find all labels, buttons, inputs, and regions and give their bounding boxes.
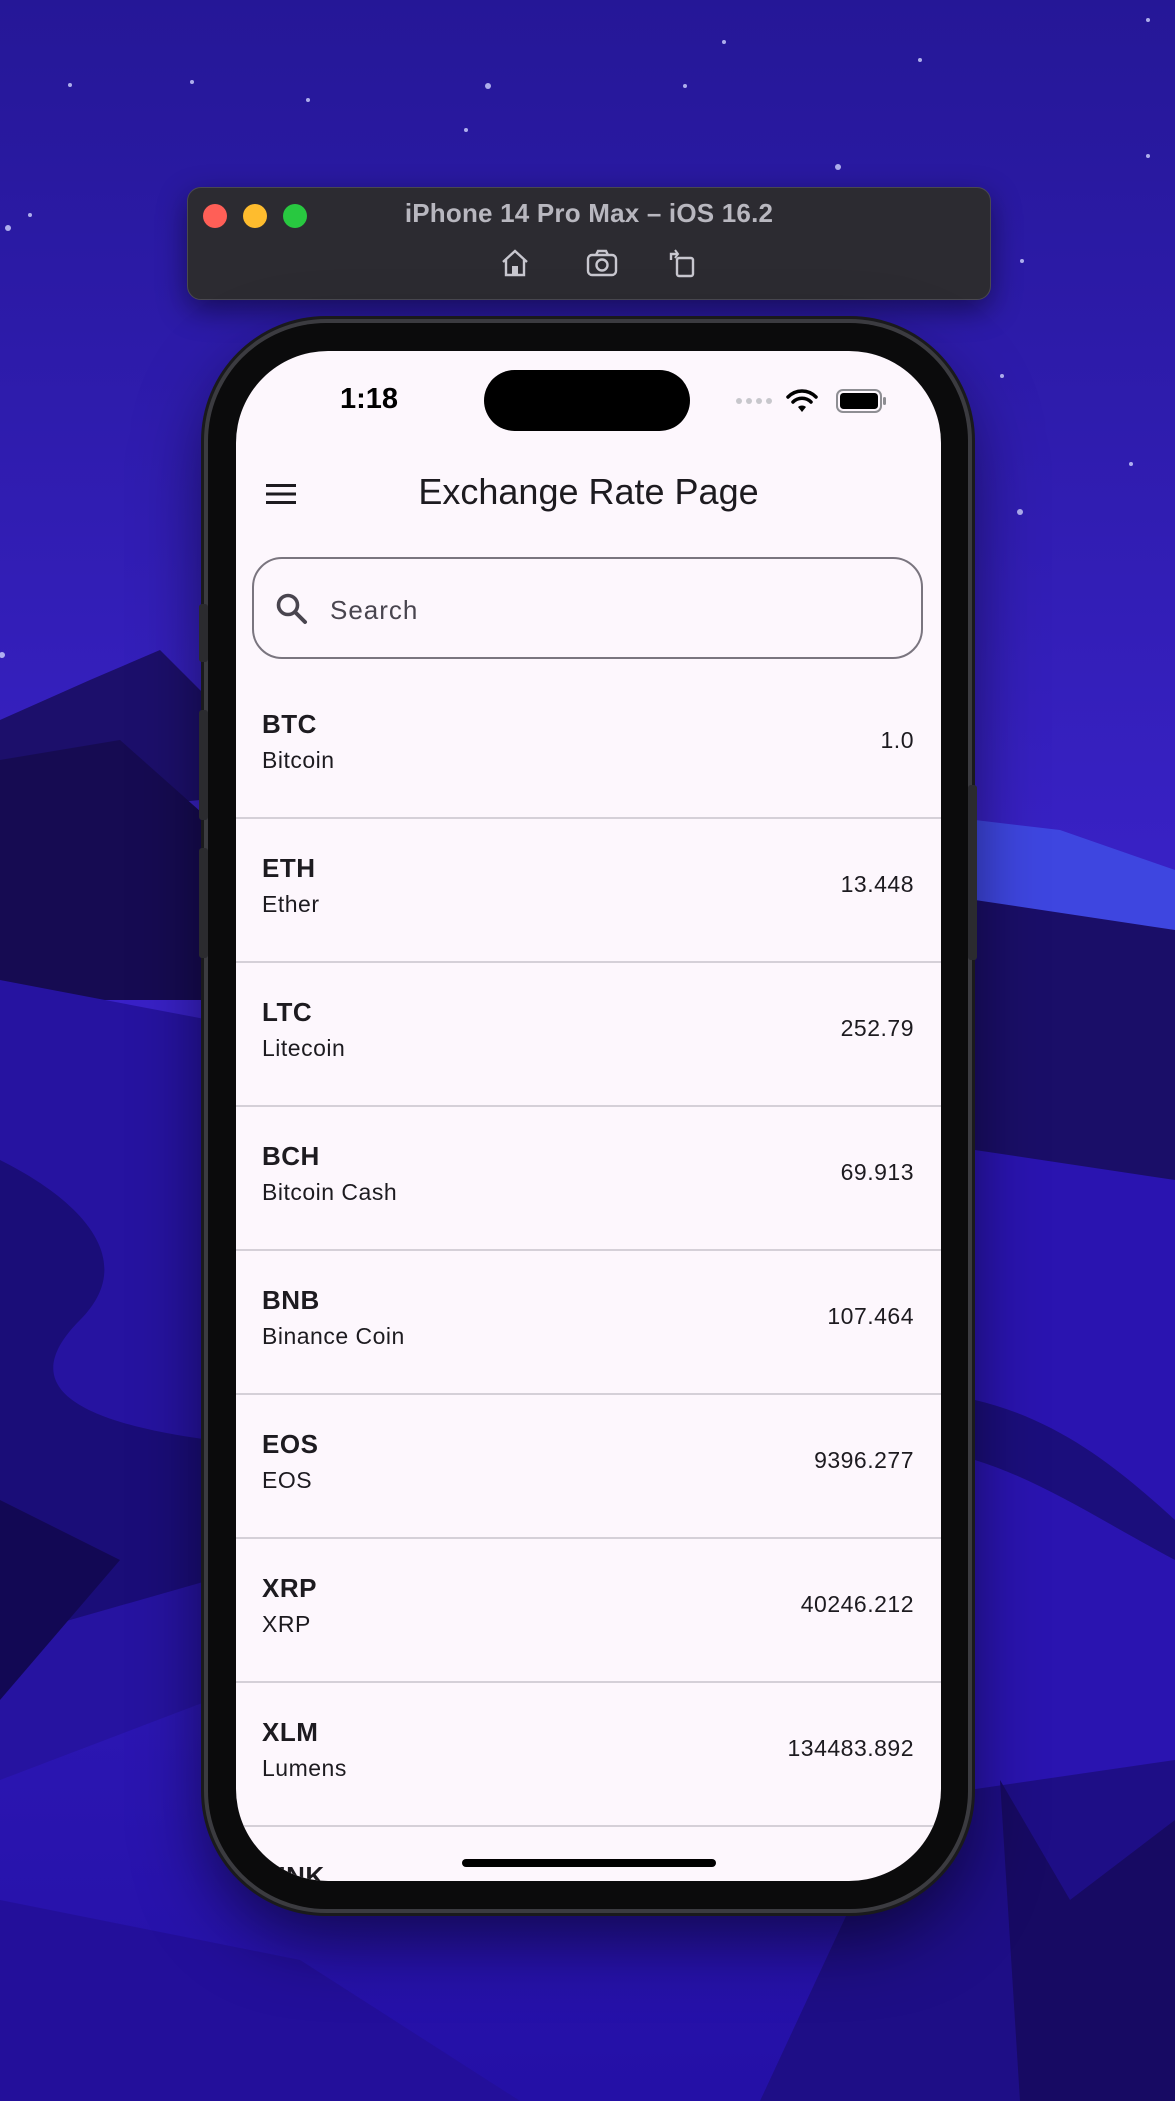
exchange-rate-value: 9396.277: [814, 1447, 914, 1473]
currency-name: Litecoin: [262, 1035, 346, 1061]
simulator-window-bar: iPhone 14 Pro Max – iOS 16.2: [187, 187, 991, 300]
home-icon[interactable]: [498, 246, 532, 280]
rate-list-item[interactable]: XLM Lumens 134483.892: [236, 1683, 941, 1827]
rate-list-item[interactable]: BNB Binance Coin 107.464: [236, 1251, 941, 1395]
currency-name: Binance Coin: [262, 1323, 405, 1349]
wifi-icon: [786, 389, 818, 412]
exchange-rate-value: 252.79: [840, 1015, 914, 1041]
action-button: [199, 604, 208, 662]
rate-list-item[interactable]: BCH Bitcoin Cash 69.913: [236, 1107, 941, 1251]
currency-symbol: LTC: [262, 997, 313, 1027]
currency-symbol: XRP: [262, 1573, 317, 1603]
power-button: [968, 785, 977, 960]
currency-symbol: EOS: [262, 1429, 319, 1459]
rate-list-item[interactable]: LINK: [236, 1827, 941, 1881]
currency-name: EOS: [262, 1467, 313, 1493]
battery-icon: [836, 389, 886, 413]
rotate-icon[interactable]: [666, 246, 700, 280]
volume-down-button: [199, 848, 208, 958]
exchange-rate-value: 107.464: [827, 1303, 914, 1329]
exchange-rate-value: 1.0: [880, 727, 914, 753]
volume-up-button: [199, 710, 208, 820]
exchange-rate-value: 40246.212: [800, 1591, 914, 1617]
search-input[interactable]: [328, 583, 892, 637]
exchange-rate-value: 13.448: [840, 871, 914, 897]
rate-list-item[interactable]: XRP XRP 40246.212: [236, 1539, 941, 1683]
currency-symbol: BTC: [262, 709, 317, 739]
dynamic-island: [484, 370, 690, 431]
exchange-rate-value: 69.913: [840, 1159, 914, 1185]
screenshot-icon[interactable]: [585, 246, 619, 280]
app-bar: Exchange Rate Page: [236, 451, 941, 541]
exchange-rate-list[interactable]: BTC Bitcoin 1.0 ETH Ether 13.448 LTC Litecoin 25…: [236, 675, 941, 1881]
currency-name: Ether: [262, 891, 320, 917]
cellular-signal-icon: [736, 398, 772, 404]
exchange-rate-value: 134483.892: [787, 1735, 914, 1761]
status-time: 1:18: [340, 383, 399, 415]
currency-name: XRP: [262, 1611, 311, 1637]
page-title: Exchange Rate Page: [418, 471, 759, 512]
simulator-title: iPhone 14 Pro Max – iOS 16.2: [404, 198, 774, 228]
search-icon: [276, 593, 307, 624]
rate-list-item[interactable]: BTC Bitcoin 1.0: [236, 675, 941, 819]
currency-symbol: BCH: [262, 1141, 320, 1171]
currency-name: Bitcoin Cash: [262, 1179, 398, 1205]
search-bar[interactable]: [252, 557, 923, 659]
currency-name: Lumens: [262, 1755, 347, 1781]
rate-list-item[interactable]: LTC Litecoin 252.79: [236, 963, 941, 1107]
currency-symbol: LINK: [262, 1861, 325, 1881]
status-icons: [736, 385, 888, 417]
rate-list-item[interactable]: ETH Ether 13.448: [236, 819, 941, 963]
app-screen: 1:18 Exchange Rate Page BTC Bitcoin 1.0 ETH…: [236, 351, 941, 1881]
rate-list-item[interactable]: EOS EOS 9396.277: [236, 1395, 941, 1539]
currency-symbol: XLM: [262, 1717, 319, 1747]
currency-symbol: ETH: [262, 853, 316, 883]
home-indicator[interactable]: [462, 1859, 716, 1867]
currency-symbol: BNB: [262, 1285, 320, 1315]
currency-name: Bitcoin: [262, 747, 335, 773]
